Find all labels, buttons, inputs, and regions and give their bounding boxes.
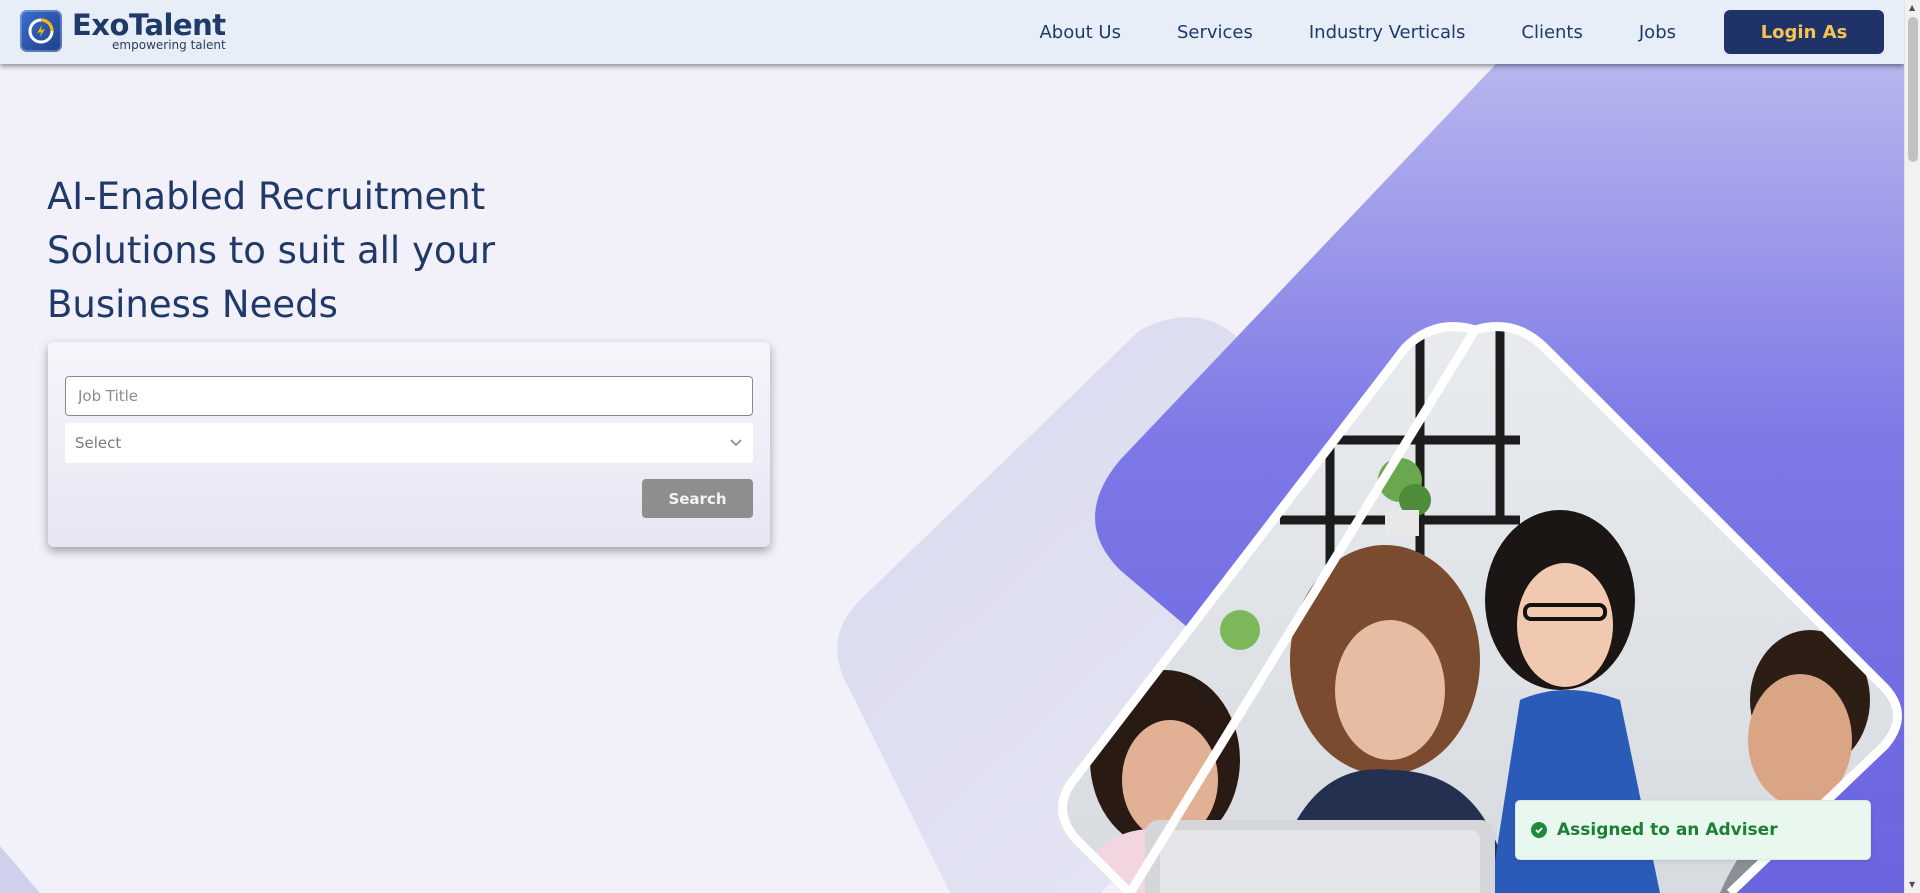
search-button[interactable]: Search <box>642 479 753 518</box>
nav-menu: About Us Services Industry Verticals Cli… <box>1039 0 1904 64</box>
scrollbar-thumb[interactable] <box>1908 17 1918 162</box>
brand-logo[interactable]: ExoTalent empowering talent <box>20 10 226 52</box>
top-navbar: ExoTalent empowering talent About Us Ser… <box>0 0 1904 64</box>
nav-industry-verticals[interactable]: Industry Verticals <box>1309 22 1466 43</box>
chevron-down-icon <box>729 434 743 452</box>
select-value: Select <box>75 434 122 452</box>
job-search-card: Select Search <box>48 342 770 547</box>
login-as-button[interactable]: Login As <box>1724 10 1884 54</box>
scroll-up-icon[interactable]: ▲ <box>1909 4 1915 12</box>
job-title-input[interactable] <box>65 376 753 416</box>
headline-line-3: Business Needs <box>47 283 338 326</box>
brand-name: ExoTalent <box>72 8 226 42</box>
page-scrollbar[interactable]: ▲ ▼ <box>1904 0 1920 893</box>
headline-line-2: Solutions to suit all your <box>47 229 496 272</box>
hero-headline: AI-Enabled Recruitment Solutions to suit… <box>47 170 567 332</box>
category-select[interactable]: Select <box>65 423 753 463</box>
scroll-down-icon[interactable]: ▼ <box>1909 881 1915 889</box>
toast-notification: Assigned to an Adviser <box>1515 800 1871 860</box>
nav-jobs[interactable]: Jobs <box>1639 22 1676 43</box>
nav-about-us[interactable]: About Us <box>1039 22 1121 43</box>
check-circle-icon <box>1531 822 1547 838</box>
headline-line-1: AI-Enabled Recruitment <box>47 175 486 218</box>
toast-message: Assigned to an Adviser <box>1557 820 1778 840</box>
nav-services[interactable]: Services <box>1177 22 1253 43</box>
exotalent-logo-icon <box>20 10 62 52</box>
nav-clients[interactable]: Clients <box>1521 22 1583 43</box>
